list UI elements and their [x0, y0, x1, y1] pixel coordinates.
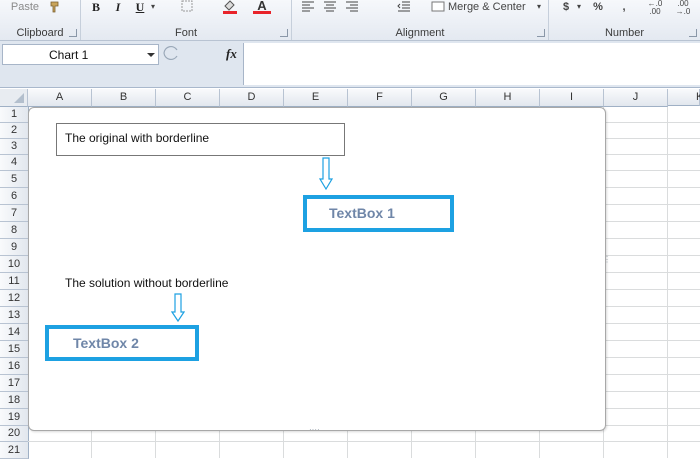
alignment-group-label: Alignment — [395, 27, 445, 39]
column-header-i[interactable]: I — [540, 89, 604, 107]
underline-dropdown-icon[interactable]: ▾ — [149, 0, 157, 14]
ribbon: Paste Clipboard B I U ▾ A Font Merge & C… — [0, 0, 700, 41]
row-header-7[interactable]: 7 — [0, 205, 29, 222]
number-launcher-icon[interactable] — [689, 29, 697, 37]
original-textbox-text: The original with borderline — [65, 131, 210, 145]
insert-function-button[interactable]: fx — [226, 46, 237, 62]
currency-dropdown-icon[interactable]: ▾ — [575, 0, 583, 14]
row-header-20[interactable]: 20 — [0, 426, 29, 442]
column-header-d[interactable]: D — [220, 89, 284, 107]
row-header-15[interactable]: 15 — [0, 341, 29, 358]
arrow-down-icon — [171, 293, 185, 323]
textbox-2-label: TextBox 2 — [73, 335, 139, 351]
merge-center-icon[interactable] — [430, 0, 446, 14]
gridline — [28, 441, 700, 442]
bold-button[interactable]: B — [89, 0, 103, 14]
row-header-16[interactable]: 16 — [0, 358, 29, 375]
align-left-icon[interactable] — [300, 0, 316, 14]
borders-icon[interactable] — [179, 0, 195, 14]
textbox-1[interactable]: TextBox 1 — [303, 195, 454, 232]
row-header-9[interactable]: 9 — [0, 239, 29, 256]
name-box-dropdown-icon[interactable] — [147, 53, 155, 57]
percent-button[interactable]: % — [591, 0, 605, 14]
chart-object[interactable]: The original with borderline TextBox 1 T… — [28, 107, 611, 434]
formula-bar-resize-icon[interactable] — [160, 44, 180, 63]
number-group: $ ▾ % , ←.0 .00 .00 →.0 Number — [549, 0, 700, 40]
row-header-1[interactable]: 1 — [0, 107, 29, 123]
number-group-label: Number — [604, 27, 645, 39]
row-header-5[interactable]: 5 — [0, 171, 29, 188]
row-header-6[interactable]: 6 — [0, 188, 29, 205]
row-header-12[interactable]: 12 — [0, 290, 29, 307]
chart-resize-handle-right[interactable]: ⋮ — [603, 256, 611, 264]
column-header-j[interactable]: J — [604, 89, 668, 107]
worksheet-grid[interactable]: A B C D E F G H I J K 1 2 3 4 5 6 7 8 9 … — [0, 89, 700, 459]
column-header-g[interactable]: G — [412, 89, 476, 107]
column-header-c[interactable]: C — [156, 89, 220, 107]
font-launcher-icon[interactable] — [280, 29, 288, 37]
row-header-11[interactable]: 11 — [0, 273, 29, 290]
row-header-18[interactable]: 18 — [0, 392, 29, 409]
align-right-icon[interactable] — [344, 0, 360, 14]
arrow-down-icon — [319, 157, 333, 191]
decrease-decimal-button[interactable]: .00 →.0 — [671, 0, 695, 16]
merge-dropdown-icon[interactable]: ▾ — [535, 0, 543, 14]
row-header-8[interactable]: 8 — [0, 222, 29, 239]
format-painter-icon[interactable] — [46, 0, 64, 14]
font-group-label: Font — [174, 27, 197, 39]
underline-button[interactable]: U — [133, 0, 147, 14]
name-box-value: Chart 1 — [49, 48, 89, 62]
name-box[interactable]: Chart 1 — [2, 44, 159, 65]
row-header-13[interactable]: 13 — [0, 307, 29, 324]
select-all-corner[interactable] — [0, 89, 28, 107]
gridline — [667, 107, 668, 458]
clipboard-group: Paste Clipboard — [0, 0, 81, 40]
currency-button[interactable]: $ — [559, 0, 573, 14]
column-header-b[interactable]: B — [92, 89, 156, 107]
comma-button[interactable]: , — [619, 0, 629, 14]
formula-controls: fx — [160, 44, 243, 63]
row-header-19[interactable]: 19 — [0, 409, 29, 426]
alignment-launcher-icon[interactable] — [537, 29, 545, 37]
row-header-21[interactable]: 21 — [0, 442, 29, 459]
row-header-10[interactable]: 10 — [0, 256, 29, 273]
row-header-2[interactable]: 2 — [0, 123, 29, 139]
clipboard-launcher-icon[interactable] — [69, 29, 77, 37]
merge-center-button[interactable]: Merge & Center — [448, 0, 532, 14]
column-header-h[interactable]: H — [476, 89, 540, 107]
increase-decimal-button[interactable]: ←.0 .00 — [643, 0, 667, 16]
fill-color-icon[interactable] — [221, 0, 239, 14]
decrease-indent-icon[interactable] — [396, 0, 412, 14]
paste-button[interactable]: Paste — [8, 0, 42, 14]
original-textbox[interactable]: The original with borderline — [56, 123, 345, 156]
column-header-k[interactable]: K — [668, 89, 700, 106]
row-header-4[interactable]: 4 — [0, 155, 29, 171]
chart-resize-handle-bottom[interactable]: ···· — [309, 425, 320, 434]
formula-bar: Chart 1 fx — [0, 41, 700, 88]
column-header-e[interactable]: E — [284, 89, 348, 107]
textbox-2[interactable]: TextBox 2 — [45, 325, 199, 361]
alignment-group: Merge & Center ▾ Alignment — [292, 0, 549, 40]
row-header-17[interactable]: 17 — [0, 375, 29, 392]
column-header-a[interactable]: A — [28, 89, 92, 107]
clipboard-group-label: Clipboard — [16, 27, 64, 39]
font-group: B I U ▾ A Font — [81, 0, 292, 40]
solution-text: The solution without borderline — [65, 276, 229, 290]
align-center-icon[interactable] — [322, 0, 338, 14]
column-header-f[interactable]: F — [348, 89, 412, 107]
row-header-3[interactable]: 3 — [0, 139, 29, 155]
font-color-button[interactable]: A — [253, 0, 271, 14]
textbox-1-label: TextBox 1 — [329, 205, 395, 221]
row-header-14[interactable]: 14 — [0, 324, 29, 341]
italic-button[interactable]: I — [111, 0, 125, 14]
formula-input[interactable] — [243, 43, 700, 85]
